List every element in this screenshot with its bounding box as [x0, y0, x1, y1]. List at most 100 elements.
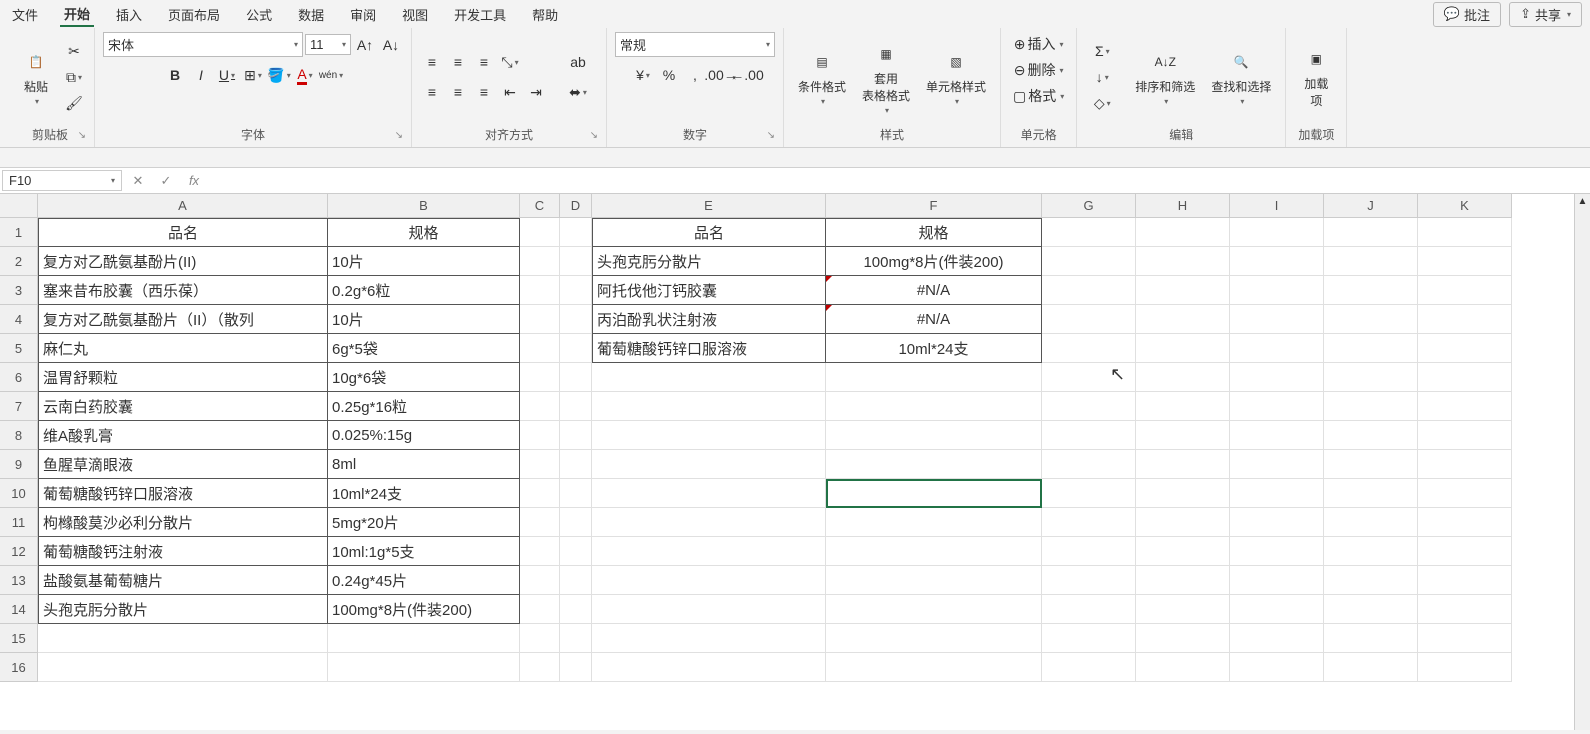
- cell[interactable]: 葡萄糖酸钙锌口服溶液: [38, 479, 328, 508]
- align-center-button[interactable]: ≡: [446, 80, 470, 104]
- cell[interactable]: [560, 276, 592, 305]
- cell[interactable]: 规格: [328, 218, 520, 247]
- cell[interactable]: [328, 624, 520, 653]
- phonetic-button[interactable]: wén▾: [319, 63, 343, 87]
- cancel-formula-button[interactable]: ✕: [124, 173, 152, 189]
- column-header-J[interactable]: J: [1324, 194, 1418, 218]
- copy-button[interactable]: ⧉▾: [62, 65, 86, 89]
- row-header-15[interactable]: 15: [0, 624, 38, 653]
- column-header-I[interactable]: I: [1230, 194, 1324, 218]
- cell[interactable]: 维A酸乳膏: [38, 421, 328, 450]
- cell[interactable]: [1136, 276, 1230, 305]
- cell[interactable]: [1042, 450, 1136, 479]
- fill-button[interactable]: ↓▾: [1085, 65, 1119, 89]
- cell[interactable]: [1324, 537, 1418, 566]
- bold-button[interactable]: B: [163, 63, 187, 87]
- row-header-5[interactable]: 5: [0, 334, 38, 363]
- cell[interactable]: [1324, 363, 1418, 392]
- paste-button[interactable]: 📋 粘贴 ▾: [14, 44, 58, 110]
- cell[interactable]: [1136, 334, 1230, 363]
- cell[interactable]: [826, 653, 1042, 682]
- cell[interactable]: [1230, 247, 1324, 276]
- cell[interactable]: [1042, 566, 1136, 595]
- cell[interactable]: [1042, 363, 1136, 392]
- cell[interactable]: [1230, 276, 1324, 305]
- format-painter-button[interactable]: 🖌: [62, 91, 86, 115]
- cell[interactable]: [1230, 363, 1324, 392]
- row-header-10[interactable]: 10: [0, 479, 38, 508]
- cell[interactable]: 鱼腥草滴眼液: [38, 450, 328, 479]
- cell[interactable]: [560, 247, 592, 276]
- addins-button[interactable]: ▣ 加载 项: [1294, 41, 1338, 113]
- cell[interactable]: [520, 276, 560, 305]
- cell[interactable]: 10ml*24支: [826, 334, 1042, 363]
- cell[interactable]: [1324, 566, 1418, 595]
- cell[interactable]: [560, 305, 592, 334]
- table-format-button[interactable]: ▦ 套用 表格格式 ▾: [856, 36, 916, 119]
- cell[interactable]: 复方对乙酰氨基酚片(II): [38, 247, 328, 276]
- cell[interactable]: [592, 508, 826, 537]
- column-header-C[interactable]: C: [520, 194, 560, 218]
- cell[interactable]: 葡萄糖酸钙锌口服溶液: [592, 334, 826, 363]
- cell[interactable]: [520, 653, 560, 682]
- cell[interactable]: [1042, 508, 1136, 537]
- cell[interactable]: [592, 392, 826, 421]
- cell[interactable]: [1136, 624, 1230, 653]
- cell[interactable]: [520, 247, 560, 276]
- cell[interactable]: [1230, 537, 1324, 566]
- decrease-indent-button[interactable]: ⇤: [498, 80, 522, 104]
- cell[interactable]: 10ml*24支: [328, 479, 520, 508]
- cell[interactable]: [1418, 508, 1512, 537]
- menu-view[interactable]: 视图: [398, 3, 432, 26]
- cell[interactable]: [826, 508, 1042, 537]
- row-header-16[interactable]: 16: [0, 653, 38, 682]
- column-header-A[interactable]: A: [38, 194, 328, 218]
- align-top-button[interactable]: ≡: [420, 50, 444, 74]
- cell[interactable]: [560, 566, 592, 595]
- cell[interactable]: 0.2g*6粒: [328, 276, 520, 305]
- cell[interactable]: [1418, 624, 1512, 653]
- row-header-14[interactable]: 14: [0, 595, 38, 624]
- find-select-button[interactable]: 🔍 查找和选择 ▾: [1205, 44, 1277, 110]
- cell[interactable]: [1136, 392, 1230, 421]
- autosum-button[interactable]: Σ▾: [1085, 39, 1119, 63]
- align-middle-button[interactable]: ≡: [446, 50, 470, 74]
- cell[interactable]: [1042, 595, 1136, 624]
- format-cells-button[interactable]: ▢格式▾: [1009, 84, 1068, 108]
- cell[interactable]: [520, 537, 560, 566]
- cell[interactable]: [560, 479, 592, 508]
- cell[interactable]: [1230, 624, 1324, 653]
- menu-page-layout[interactable]: 页面布局: [164, 3, 224, 26]
- cell[interactable]: [560, 450, 592, 479]
- cell[interactable]: [1418, 595, 1512, 624]
- font-size-combo[interactable]: 11▾: [305, 34, 351, 55]
- cell[interactable]: 0.025%:15g: [328, 421, 520, 450]
- cell[interactable]: [1230, 305, 1324, 334]
- cell[interactable]: [520, 363, 560, 392]
- cell[interactable]: [1136, 479, 1230, 508]
- formula-input[interactable]: [208, 179, 1590, 183]
- cell[interactable]: [826, 450, 1042, 479]
- cell[interactable]: [592, 653, 826, 682]
- cell[interactable]: [520, 595, 560, 624]
- cell[interactable]: [592, 566, 826, 595]
- share-button[interactable]: ⇪ 共享 ▾: [1509, 2, 1582, 27]
- cell[interactable]: [1324, 276, 1418, 305]
- currency-button[interactable]: ¥▾: [631, 63, 655, 87]
- cut-button[interactable]: ✂: [62, 39, 86, 63]
- cell[interactable]: 0.24g*45片: [328, 566, 520, 595]
- row-header-12[interactable]: 12: [0, 537, 38, 566]
- decrease-font-button[interactable]: A↓: [379, 33, 403, 57]
- cell[interactable]: [1324, 450, 1418, 479]
- align-bottom-button[interactable]: ≡: [472, 50, 496, 74]
- cell[interactable]: [826, 595, 1042, 624]
- column-header-F[interactable]: F: [826, 194, 1042, 218]
- cell[interactable]: [1230, 508, 1324, 537]
- cell[interactable]: [1324, 421, 1418, 450]
- cell[interactable]: [1230, 653, 1324, 682]
- cell[interactable]: [560, 392, 592, 421]
- cell[interactable]: 0.25g*16粒: [328, 392, 520, 421]
- dialog-launcher-icon[interactable]: ↘: [767, 130, 775, 141]
- column-header-D[interactable]: D: [560, 194, 592, 218]
- cell[interactable]: 100mg*8片(件装200): [826, 247, 1042, 276]
